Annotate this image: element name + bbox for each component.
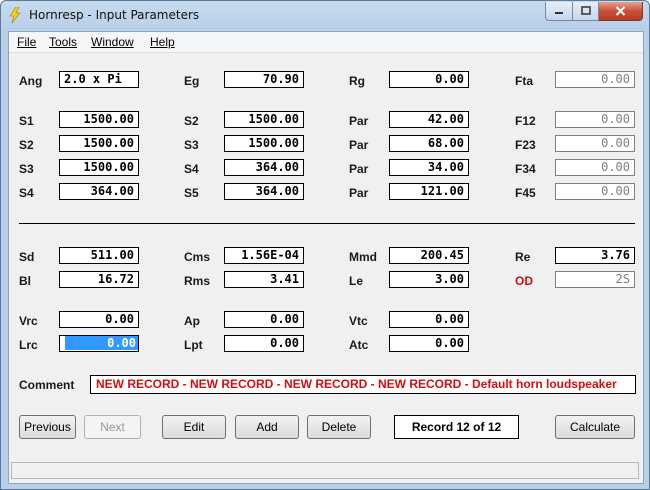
param-label-s1: S1	[19, 114, 34, 128]
param-label-s3: S3	[19, 162, 34, 176]
calculate-button[interactable]: Calculate	[555, 415, 635, 439]
record-indicator: Record 12 of 12	[394, 415, 519, 439]
param-label-s2: S2	[184, 114, 199, 128]
param-label-par: Par	[349, 186, 369, 200]
minimize-icon	[555, 12, 563, 14]
param-field-vrc[interactable]: 0.00	[59, 311, 139, 328]
param-field-f12[interactable]: 0.00	[555, 111, 635, 128]
param-label-vtc: Vtc	[349, 314, 368, 328]
menu-window[interactable]: Window	[91, 35, 134, 49]
param-field-atc[interactable]: 0.00	[389, 335, 469, 352]
param-label-lpt: Lpt	[184, 338, 203, 352]
param-field-s5[interactable]: 364.00	[224, 183, 304, 200]
param-label-par: Par	[349, 162, 369, 176]
param-label-sd: Sd	[19, 250, 35, 264]
param-field-rg[interactable]: 0.00	[389, 71, 469, 88]
param-label-cms: Cms	[184, 250, 211, 264]
param-field-fta[interactable]: 0.00	[555, 71, 635, 88]
param-label-fta: Fta	[515, 74, 533, 88]
delete-button[interactable]: Delete	[307, 415, 371, 439]
param-field-s2[interactable]: 1500.00	[224, 111, 304, 128]
maximize-icon	[580, 6, 591, 15]
param-field-ang[interactable]: 2.0 x Pi	[59, 71, 139, 88]
param-label-s5: S5	[184, 186, 199, 200]
param-field-ap[interactable]: 0.00	[224, 311, 304, 328]
window-title: Hornresp - Input Parameters	[29, 8, 200, 22]
param-label-s2: S2	[19, 138, 34, 152]
param-label-s4: S4	[19, 186, 34, 200]
section-divider	[19, 223, 635, 224]
param-label-re: Re	[515, 250, 531, 264]
param-field-sd[interactable]: 511.00	[59, 247, 139, 264]
param-label-s3: S3	[184, 138, 199, 152]
comment-label: Comment	[19, 378, 75, 392]
param-label-ang: Ang	[19, 74, 43, 88]
param-field-par[interactable]: 68.00	[389, 135, 469, 152]
param-label-f45: F45	[515, 186, 536, 200]
selected-text: 0.00	[65, 336, 138, 350]
param-field-par[interactable]: 42.00	[389, 111, 469, 128]
param-label-par: Par	[349, 114, 369, 128]
param-label-f23: F23	[515, 138, 536, 152]
param-field-re[interactable]: 3.76	[555, 247, 635, 264]
param-label-s4: S4	[184, 162, 199, 176]
param-field-s4[interactable]: 364.00	[224, 159, 304, 176]
param-field-mmd[interactable]: 200.45	[389, 247, 469, 264]
param-label-bl: Bl	[19, 274, 31, 288]
maximize-button[interactable]	[573, 2, 599, 21]
param-label-atc: Atc	[349, 338, 369, 352]
client-area: File Tools Window Help Ang 2.0 x Pi Eg 70.9…	[8, 31, 644, 484]
param-field-s3[interactable]: 1500.00	[224, 135, 304, 152]
param-field-bl[interactable]: 16.72	[59, 271, 139, 288]
edit-button[interactable]: Edit	[162, 415, 226, 439]
param-field-f34[interactable]: 0.00	[555, 159, 635, 176]
param-field-vtc[interactable]: 0.00	[389, 311, 469, 328]
comment-field[interactable]: NEW RECORD - NEW RECORD - NEW RECORD - N…	[90, 375, 636, 394]
param-label-eg: Eg	[184, 74, 200, 88]
param-label-lrc: Lrc	[19, 338, 38, 352]
param-field-par[interactable]: 34.00	[389, 159, 469, 176]
menu-file[interactable]: File	[17, 35, 36, 49]
param-label-f34: F34	[515, 162, 536, 176]
previous-button[interactable]: Previous	[19, 415, 76, 439]
menu-tools[interactable]: Tools	[49, 35, 77, 49]
param-field-le[interactable]: 3.00	[389, 271, 469, 288]
menu-help[interactable]: Help	[150, 35, 175, 49]
param-label-mmd: Mmd	[349, 250, 377, 264]
param-label-rg: Rg	[349, 74, 365, 88]
param-label-f12: F12	[515, 114, 536, 128]
param-field-s2[interactable]: 1500.00	[59, 135, 139, 152]
application-window: Hornresp - Input Parameters File Tools W…	[0, 0, 650, 490]
param-label-ap: Ap	[184, 314, 200, 328]
param-label-rms: Rms	[184, 274, 211, 288]
title-bar[interactable]: Hornresp - Input Parameters	[1, 1, 649, 30]
param-field-s3[interactable]: 1500.00	[59, 159, 139, 176]
add-button[interactable]: Add	[235, 415, 299, 439]
status-bar	[11, 462, 639, 479]
param-field-rms[interactable]: 3.41	[224, 271, 304, 288]
close-button[interactable]	[599, 2, 643, 21]
param-field-lrc[interactable]: 0.00	[59, 335, 139, 352]
lightning-app-icon	[9, 7, 21, 23]
next-button[interactable]: Next	[84, 415, 141, 439]
param-label-vrc: Vrc	[19, 314, 38, 328]
menu-bar: File Tools Window Help	[9, 32, 643, 53]
param-field-s4[interactable]: 364.00	[59, 183, 139, 200]
param-field-f23[interactable]: 0.00	[555, 135, 635, 152]
param-field-od[interactable]: 2S	[555, 271, 635, 288]
minimize-button[interactable]	[545, 2, 573, 21]
param-label-od: OD	[515, 274, 533, 288]
param-label-le: Le	[349, 274, 364, 288]
param-field-s1[interactable]: 1500.00	[59, 111, 139, 128]
close-icon	[615, 6, 626, 16]
param-field-eg[interactable]: 70.90	[224, 71, 304, 88]
param-label-par: Par	[349, 138, 369, 152]
param-field-f45[interactable]: 0.00	[555, 183, 635, 200]
param-field-cms[interactable]: 1.56E-04	[224, 247, 304, 264]
param-field-lpt[interactable]: 0.00	[224, 335, 304, 352]
param-field-par[interactable]: 121.00	[389, 183, 469, 200]
